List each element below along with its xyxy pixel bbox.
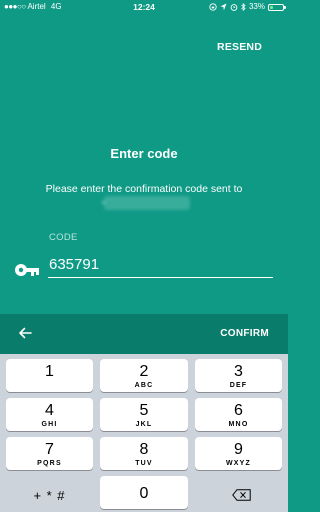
key-letters: DEF (229, 382, 248, 389)
key-8[interactable]: 8 TUV (100, 437, 188, 470)
confirm-button[interactable]: CONFIRM (220, 328, 269, 339)
key-digit: 4 (45, 402, 54, 419)
key-digit: 6 (234, 402, 243, 419)
bluetooth-icon (241, 3, 246, 11)
key-digit: 2 (139, 363, 149, 380)
key-letters: GHI (41, 421, 58, 428)
status-right: 33% (209, 0, 286, 14)
key-2[interactable]: 2 ABC (100, 359, 188, 392)
key-letters: JKL (135, 421, 153, 428)
key-5[interactable]: 5 JKL (100, 398, 188, 431)
symbols-label: + * # (33, 488, 66, 503)
key-digit: 1 (45, 363, 54, 380)
status-bar: ●●●○○ Airtel 4G 12:24 33% (0, 0, 288, 14)
key-icon (15, 264, 39, 276)
backspace-key[interactable] (195, 476, 282, 509)
key-digit: 0 (139, 485, 149, 502)
location-icon (220, 3, 227, 11)
backspace-icon (232, 489, 251, 501)
key-4[interactable]: 4 GHI (6, 398, 93, 431)
instruction-text: Please enter the confirmation code sent … (45, 183, 243, 195)
key-digit: 5 (139, 402, 149, 419)
key-0[interactable]: 0 (100, 476, 188, 509)
numeric-keyboard: 1 2 ABC 3 DEF 4 GHI 5 JKL 6 MNO 7 PQRS 8… (0, 354, 288, 512)
action-bar: CONFIRM (0, 314, 288, 354)
key-letters: TUV (135, 460, 153, 467)
lock-rotation-icon (209, 3, 217, 11)
key-6[interactable]: 6 MNO (195, 398, 282, 431)
key-3[interactable]: 3 DEF (195, 359, 282, 392)
back-arrow-icon[interactable] (17, 325, 33, 341)
code-input[interactable] (48, 254, 273, 278)
key-letters: MNO (228, 421, 249, 428)
key-letters: ABC (134, 382, 154, 389)
battery-percent: 33% (248, 2, 265, 11)
alarm-icon (230, 4, 238, 11)
resend-button[interactable]: RESEND (217, 41, 262, 53)
page-title: Enter code (110, 146, 178, 161)
symbols-key[interactable]: + * # (6, 476, 93, 509)
redacted-phone-number (102, 196, 190, 210)
key-9[interactable]: 9 WXYZ (195, 437, 282, 470)
battery-icon (268, 3, 286, 11)
key-digit: 3 (234, 363, 243, 380)
key-digit: 8 (139, 441, 149, 458)
key-letters: PQRS (37, 460, 62, 467)
key-1[interactable]: 1 (6, 359, 93, 392)
key-digit: 7 (45, 441, 54, 458)
key-7[interactable]: 7 PQRS (6, 437, 93, 470)
key-digit: 9 (234, 441, 243, 458)
key-letters: WXYZ (225, 460, 252, 467)
code-label: CODE (49, 232, 78, 243)
